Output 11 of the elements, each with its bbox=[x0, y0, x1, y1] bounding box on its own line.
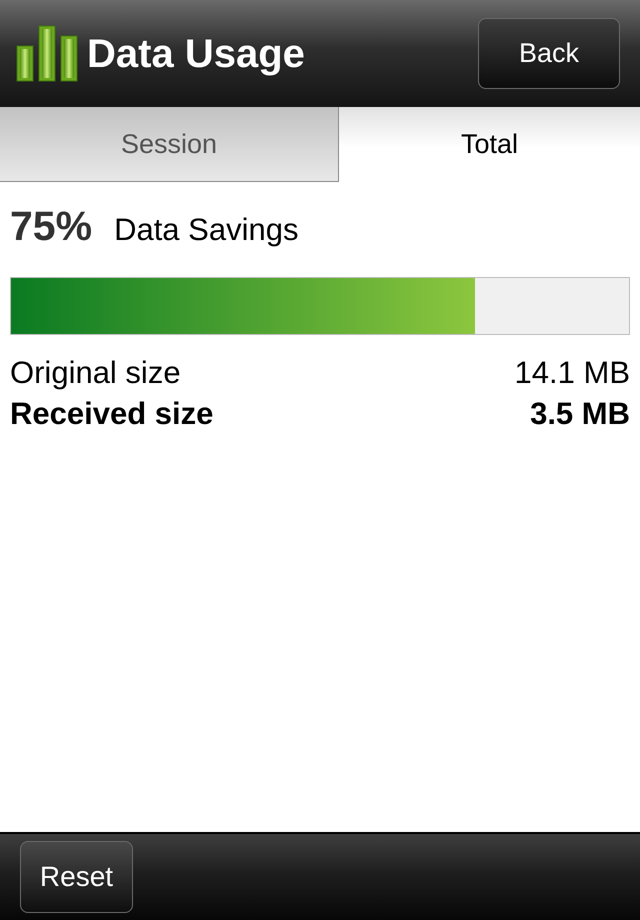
size-value: 14.1 MB bbox=[514, 356, 630, 388]
window-title: Data Usage bbox=[87, 34, 305, 74]
reset-button[interactable]: Reset bbox=[20, 841, 133, 913]
back-button[interactable]: Back bbox=[478, 18, 620, 89]
savings-label: Data Savings bbox=[114, 214, 298, 245]
size-label: Received size bbox=[10, 398, 214, 428]
size-value: 3.5 MB bbox=[530, 398, 630, 428]
bar-chart-icon bbox=[16, 25, 78, 82]
tab[interactable]: Session bbox=[0, 107, 339, 182]
size-label: Original size bbox=[10, 356, 181, 388]
savings-percent: 75% bbox=[10, 206, 92, 247]
